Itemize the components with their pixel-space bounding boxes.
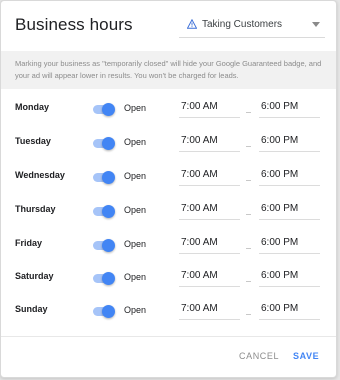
open-time-value: 7:00 AM (181, 303, 218, 314)
day-status-label: Open (124, 272, 147, 282)
day-open-toggle[interactable] (93, 136, 115, 150)
time-separator (246, 248, 251, 249)
time-separator (246, 281, 251, 282)
day-row-sunday: Sunday Open 7:00 AM 6:00 PM (1, 299, 336, 323)
close-time-value: 6:00 PM (261, 270, 299, 281)
toggle-thumb (102, 205, 115, 218)
day-status-label: Open (124, 239, 147, 249)
close-time-value: 6:00 PM (261, 237, 299, 248)
day-open-toggle[interactable] (93, 304, 115, 318)
toggle-thumb (102, 272, 115, 285)
open-time-field[interactable]: 7:00 AM (179, 165, 240, 186)
close-time-field[interactable]: 6:00 PM (259, 266, 320, 287)
open-time-value: 7:00 AM (181, 169, 218, 180)
day-status-label: Open (124, 205, 147, 215)
close-time-field[interactable]: 6:00 PM (259, 97, 320, 118)
open-time-value: 7:00 AM (181, 135, 218, 146)
open-time-field[interactable]: 7:00 AM (179, 199, 240, 220)
day-row-saturday: Saturday Open 7:00 AM 6:00 PM (1, 266, 336, 290)
time-separator (246, 314, 251, 315)
time-separator (246, 180, 251, 181)
day-row-tuesday: Tuesday Open 7:00 AM 6:00 PM (1, 131, 336, 155)
close-time-field[interactable]: 6:00 PM (259, 233, 320, 254)
day-row-monday: Monday Open 7:00 AM 6:00 PM (1, 97, 336, 121)
open-time-value: 7:00 AM (181, 203, 218, 214)
open-time-field[interactable]: 7:00 AM (179, 233, 240, 254)
day-name: Thursday (15, 204, 56, 214)
close-time-field[interactable]: 6:00 PM (259, 165, 320, 186)
day-name: Sunday (15, 304, 48, 314)
close-time-field[interactable]: 6:00 PM (259, 199, 320, 220)
business-status-value: Taking Customers (202, 19, 283, 30)
day-row-friday: Friday Open 7:00 AM 6:00 PM (1, 233, 336, 257)
time-separator (246, 146, 251, 147)
save-button[interactable]: SAVE (293, 351, 319, 361)
day-status-label: Open (124, 103, 147, 113)
open-time-value: 7:00 AM (181, 101, 218, 112)
temporarily-closed-notice: Marking your business as "temporarily cl… (1, 51, 336, 89)
open-time-value: 7:00 AM (181, 237, 218, 248)
open-time-field[interactable]: 7:00 AM (179, 131, 240, 152)
day-open-toggle[interactable] (93, 271, 115, 285)
time-separator (246, 214, 251, 215)
cancel-button[interactable]: CANCEL (239, 351, 279, 361)
day-status-label: Open (124, 171, 147, 181)
business-hours-dialog: Business hours Taking Customers Marking … (0, 0, 337, 378)
open-time-field[interactable]: 7:00 AM (179, 97, 240, 118)
toggle-thumb (102, 239, 115, 252)
close-time-value: 6:00 PM (261, 203, 299, 214)
day-open-toggle[interactable] (93, 204, 115, 218)
close-time-value: 6:00 PM (261, 303, 299, 314)
close-time-value: 6:00 PM (261, 135, 299, 146)
toggle-thumb (102, 103, 115, 116)
day-name: Saturday (15, 271, 54, 281)
day-name: Tuesday (15, 136, 51, 146)
toggle-thumb (102, 137, 115, 150)
day-name: Monday (15, 102, 50, 112)
day-open-toggle[interactable] (93, 238, 115, 252)
day-name: Wednesday (15, 170, 65, 180)
close-time-field[interactable]: 6:00 PM (259, 299, 320, 320)
close-time-value: 6:00 PM (261, 101, 299, 112)
time-separator (246, 112, 251, 113)
open-time-value: 7:00 AM (181, 270, 218, 281)
dialog-title: Business hours (15, 15, 133, 34)
open-time-field[interactable]: 7:00 AM (179, 299, 240, 320)
business-status-dropdown[interactable]: Taking Customers (179, 11, 325, 38)
day-row-thursday: Thursday Open 7:00 AM 6:00 PM (1, 199, 336, 223)
close-time-value: 6:00 PM (261, 169, 299, 180)
day-status-label: Open (124, 137, 147, 147)
day-open-toggle[interactable] (93, 170, 115, 184)
close-time-field[interactable]: 6:00 PM (259, 131, 320, 152)
open-time-field[interactable]: 7:00 AM (179, 266, 240, 287)
day-status-label: Open (124, 305, 147, 315)
day-open-toggle[interactable] (93, 102, 115, 116)
day-name: Friday (15, 238, 43, 248)
dialog-header: Business hours Taking Customers (1, 1, 336, 45)
toggle-thumb (102, 305, 115, 318)
day-row-wednesday: Wednesday Open 7:00 AM 6:00 PM (1, 165, 336, 189)
chevron-down-icon (312, 22, 320, 27)
toggle-thumb (102, 171, 115, 184)
warning-triangle-icon (187, 19, 197, 29)
footer-divider (1, 336, 336, 337)
